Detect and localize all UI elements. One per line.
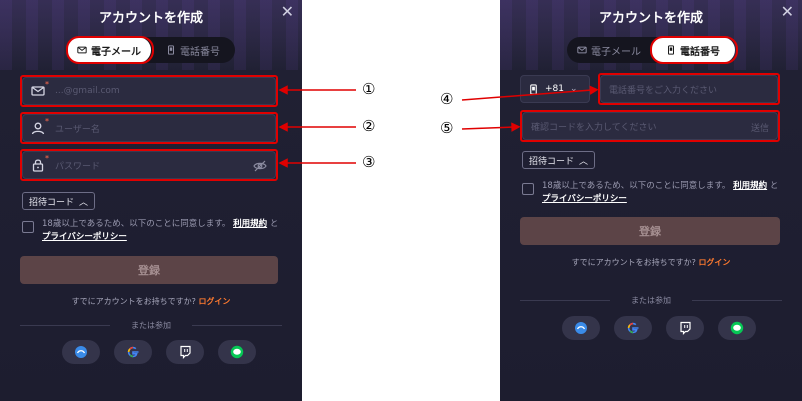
phone-number-field[interactable]: 電話番号をご入力ください	[600, 75, 778, 103]
email-field[interactable]: * ...@gmail.com	[22, 77, 276, 105]
username-placeholder: ユーザー名	[55, 124, 100, 135]
agreement-row: 18歳以上であるため、以下のことに同意します。 利用規約 と プライバシーポリシ…	[22, 218, 282, 244]
google-icon	[127, 346, 139, 358]
annotation-4: ④	[440, 90, 454, 108]
social-login-row	[562, 316, 756, 340]
register-button[interactable]: 登録	[20, 256, 278, 284]
steam-like-icon	[575, 322, 587, 334]
or-divider: または参加	[520, 295, 782, 305]
already-text: すでにアカウントをお持ちですか?	[571, 258, 696, 267]
google-icon	[627, 322, 639, 334]
or-text: または参加	[631, 296, 671, 305]
tab-email-label: 電子メール	[591, 46, 641, 58]
annotation-2: ②	[362, 117, 376, 135]
tab-phone-label: 電話番号	[180, 46, 220, 58]
phone-icon	[168, 45, 174, 55]
social-login-row	[62, 340, 256, 364]
line-icon	[230, 345, 244, 359]
invite-code-toggle[interactable]: 招待コード ︿	[22, 192, 96, 210]
mail-icon	[77, 46, 87, 54]
or-divider: または参加	[20, 320, 282, 330]
annotation-5: ⑤	[440, 119, 454, 137]
social-button-google[interactable]	[614, 316, 652, 340]
social-button-line[interactable]	[718, 316, 756, 340]
terms-link[interactable]: 利用規約	[233, 219, 267, 229]
privacy-link[interactable]: プライバシーポリシー	[42, 232, 127, 242]
login-link[interactable]: ログイン	[198, 297, 230, 306]
privacy-link[interactable]: プライバシーポリシー	[542, 194, 627, 204]
email-placeholder: ...@gmail.com	[55, 86, 120, 96]
tab-email[interactable]: 電子メール	[567, 37, 651, 63]
or-text: または参加	[131, 321, 171, 330]
password-placeholder: パスワード	[55, 161, 101, 172]
eye-off-icon[interactable]	[253, 159, 267, 173]
social-button-google[interactable]	[114, 340, 152, 364]
already-text: すでにアカウントをお持ちですか?	[71, 297, 196, 306]
already-have-account: すでにアカウントをお持ちですか? ログイン	[0, 296, 302, 307]
screenshot-stage: アカウントを作成 ✕ 電子メール 電話番号 * ...@gmail.com * …	[0, 0, 802, 401]
agree-checkbox[interactable]	[522, 183, 534, 195]
and-text: と	[769, 181, 779, 191]
agreement-row: 18歳以上であるため、以下のことに同意します。 利用規約 と プライバシーポリシ…	[522, 180, 782, 206]
verification-code-field[interactable]: 確認コードを入力してください 送信	[522, 112, 778, 140]
country-code-select[interactable]: +81 ⌄	[520, 75, 590, 103]
and-text: と	[269, 219, 279, 229]
close-icon[interactable]: ✕	[281, 4, 294, 20]
signup-panel-phone: アカウントを作成 ✕ 電子メール 電話番号 +81 ⌄ 電話番号をご入力ください…	[500, 0, 802, 401]
tab-phone[interactable]: 電話番号	[151, 37, 235, 63]
chevron-up-icon: ︿	[579, 156, 589, 167]
dialog-title: アカウントを作成	[98, 11, 203, 26]
signup-tabs: 電子メール 電話番号	[67, 37, 235, 63]
phone-icon	[530, 83, 537, 95]
tab-phone[interactable]: 電話番号	[651, 37, 735, 63]
phone-icon	[668, 45, 674, 55]
mail-icon: *	[31, 81, 49, 98]
annotation-3: ③	[362, 153, 376, 171]
register-button[interactable]: 登録	[520, 217, 780, 245]
username-field[interactable]: * ユーザー名	[22, 114, 276, 142]
social-button-1[interactable]	[62, 340, 100, 364]
annotation-1: ①	[362, 80, 376, 98]
user-icon: *	[31, 118, 49, 135]
invite-code-label: 招待コード	[529, 156, 575, 167]
agree-checkbox[interactable]	[22, 221, 34, 233]
social-button-1[interactable]	[562, 316, 600, 340]
tab-email-label: 電子メール	[91, 46, 141, 58]
terms-link[interactable]: 利用規約	[733, 181, 767, 191]
agreement-text: 18歳以上であるため、以下のことに同意します。 利用規約 と プライバシーポリシ…	[42, 218, 282, 244]
already-have-account: すでにアカウントをお持ちですか? ログイン	[500, 257, 802, 268]
country-code-value: +81	[545, 84, 564, 94]
twitch-icon	[180, 345, 191, 359]
dialog-title: アカウントを作成	[598, 11, 703, 26]
invite-code-toggle[interactable]: 招待コード ︿	[522, 151, 596, 169]
twitch-icon	[680, 321, 691, 335]
lock-icon: *	[31, 155, 49, 172]
invite-code-label: 招待コード	[29, 197, 75, 208]
code-placeholder: 確認コードを入力してください	[531, 122, 657, 133]
password-field[interactable]: * パスワード	[22, 151, 276, 179]
agreement-text: 18歳以上であるため、以下のことに同意します。 利用規約 と プライバシーポリシ…	[542, 180, 782, 206]
social-button-line[interactable]	[218, 340, 256, 364]
social-button-twitch[interactable]	[666, 316, 704, 340]
agree-text: 18歳以上であるため、以下のことに同意します。	[542, 181, 731, 191]
chevron-down-icon: ⌄	[570, 84, 578, 94]
login-link[interactable]: ログイン	[698, 258, 730, 267]
signup-tabs: 電子メール 電話番号	[567, 37, 735, 63]
tab-phone-label: 電話番号	[680, 46, 720, 58]
agree-text: 18歳以上であるため、以下のことに同意します。	[42, 219, 231, 229]
steam-like-icon	[75, 346, 87, 358]
close-icon[interactable]: ✕	[781, 4, 794, 20]
chevron-up-icon: ︿	[79, 197, 89, 208]
send-code-button[interactable]: 送信	[751, 121, 769, 134]
phone-placeholder: 電話番号をご入力ください	[609, 85, 718, 96]
signup-panel-email: アカウントを作成 ✕ 電子メール 電話番号 * ...@gmail.com * …	[0, 0, 302, 401]
line-icon	[730, 321, 744, 335]
mail-icon	[577, 46, 587, 54]
social-button-twitch[interactable]	[166, 340, 204, 364]
tab-email[interactable]: 電子メール	[67, 37, 151, 63]
